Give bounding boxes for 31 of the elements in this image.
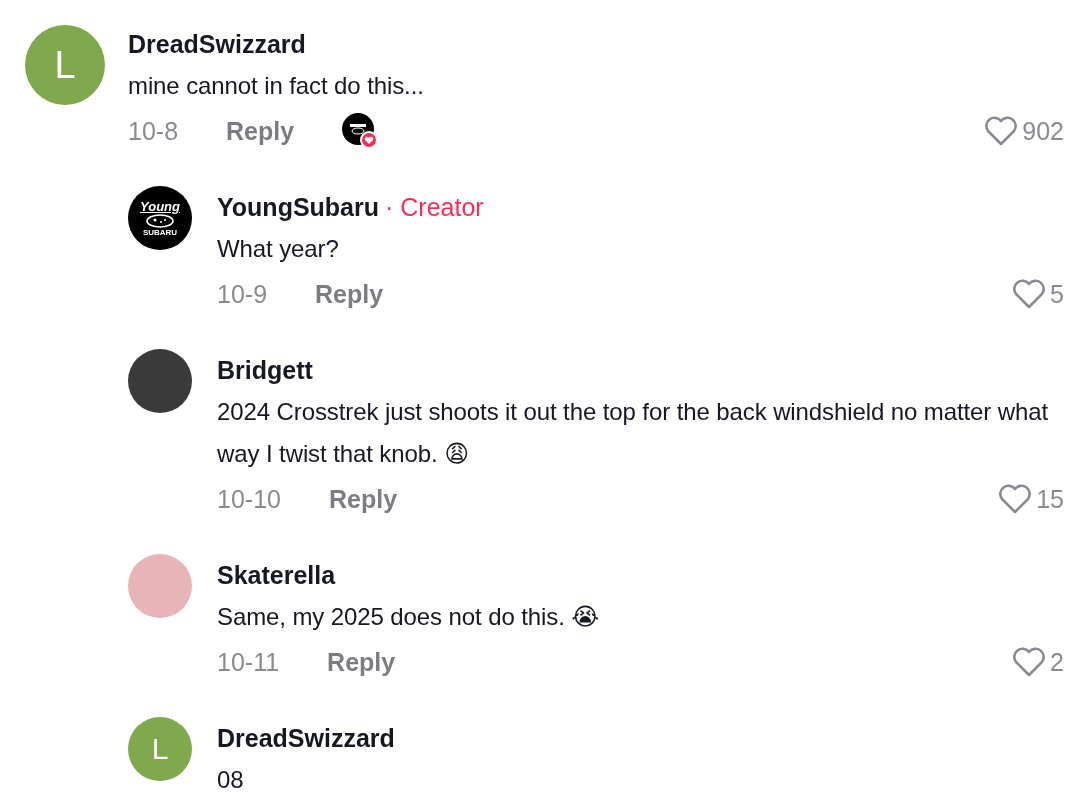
like-count: 15	[1036, 484, 1064, 514]
comment-text: What year?	[217, 234, 340, 264]
username[interactable]: DreadSwizzard	[217, 717, 395, 759]
reply-button[interactable]: Reply	[315, 279, 384, 309]
comment-date: 10-9	[217, 279, 268, 309]
username[interactable]: Skaterella	[217, 554, 336, 596]
logo-text: Young	[140, 199, 180, 213]
comment-date: 10-11	[217, 647, 280, 677]
logo-text: SUBARU	[142, 228, 178, 237]
comment-text: 2024 Crosstrek just shoots it out the top for the back windshield no matter what way I twist that knob. 😩	[217, 397, 1050, 469]
reply-button[interactable]: Reply	[327, 647, 396, 677]
comment-date: 10-8	[128, 116, 179, 146]
heart-icon[interactable]	[1012, 278, 1047, 310]
heart-icon[interactable]	[1012, 646, 1047, 678]
like-count: 2	[1050, 647, 1064, 677]
heart-icon[interactable]	[998, 483, 1033, 515]
reply-button[interactable]: Reply	[328, 484, 398, 514]
username[interactable]: YoungSubaru	[217, 186, 380, 228]
creator-label: · Creator	[385, 192, 484, 223]
comment-text: Same, my 2025 does not do this. 😭	[217, 602, 601, 632]
emblem-icon	[146, 213, 174, 228]
username[interactable]: DreadSwizzard	[128, 23, 306, 65]
comment-text: 08	[217, 765, 245, 795]
username[interactable]: Bridgett	[217, 349, 313, 391]
comment-text: mine cannot in fact do this...	[128, 71, 425, 101]
logo-avatar[interactable]: Young SUBARU	[128, 186, 192, 250]
reply-button[interactable]: Reply	[226, 116, 295, 146]
heart-icon[interactable]	[984, 115, 1019, 147]
comment-date: 10-10	[217, 484, 281, 514]
like-count: 902	[1022, 116, 1064, 146]
like-count: 5	[1050, 279, 1064, 309]
